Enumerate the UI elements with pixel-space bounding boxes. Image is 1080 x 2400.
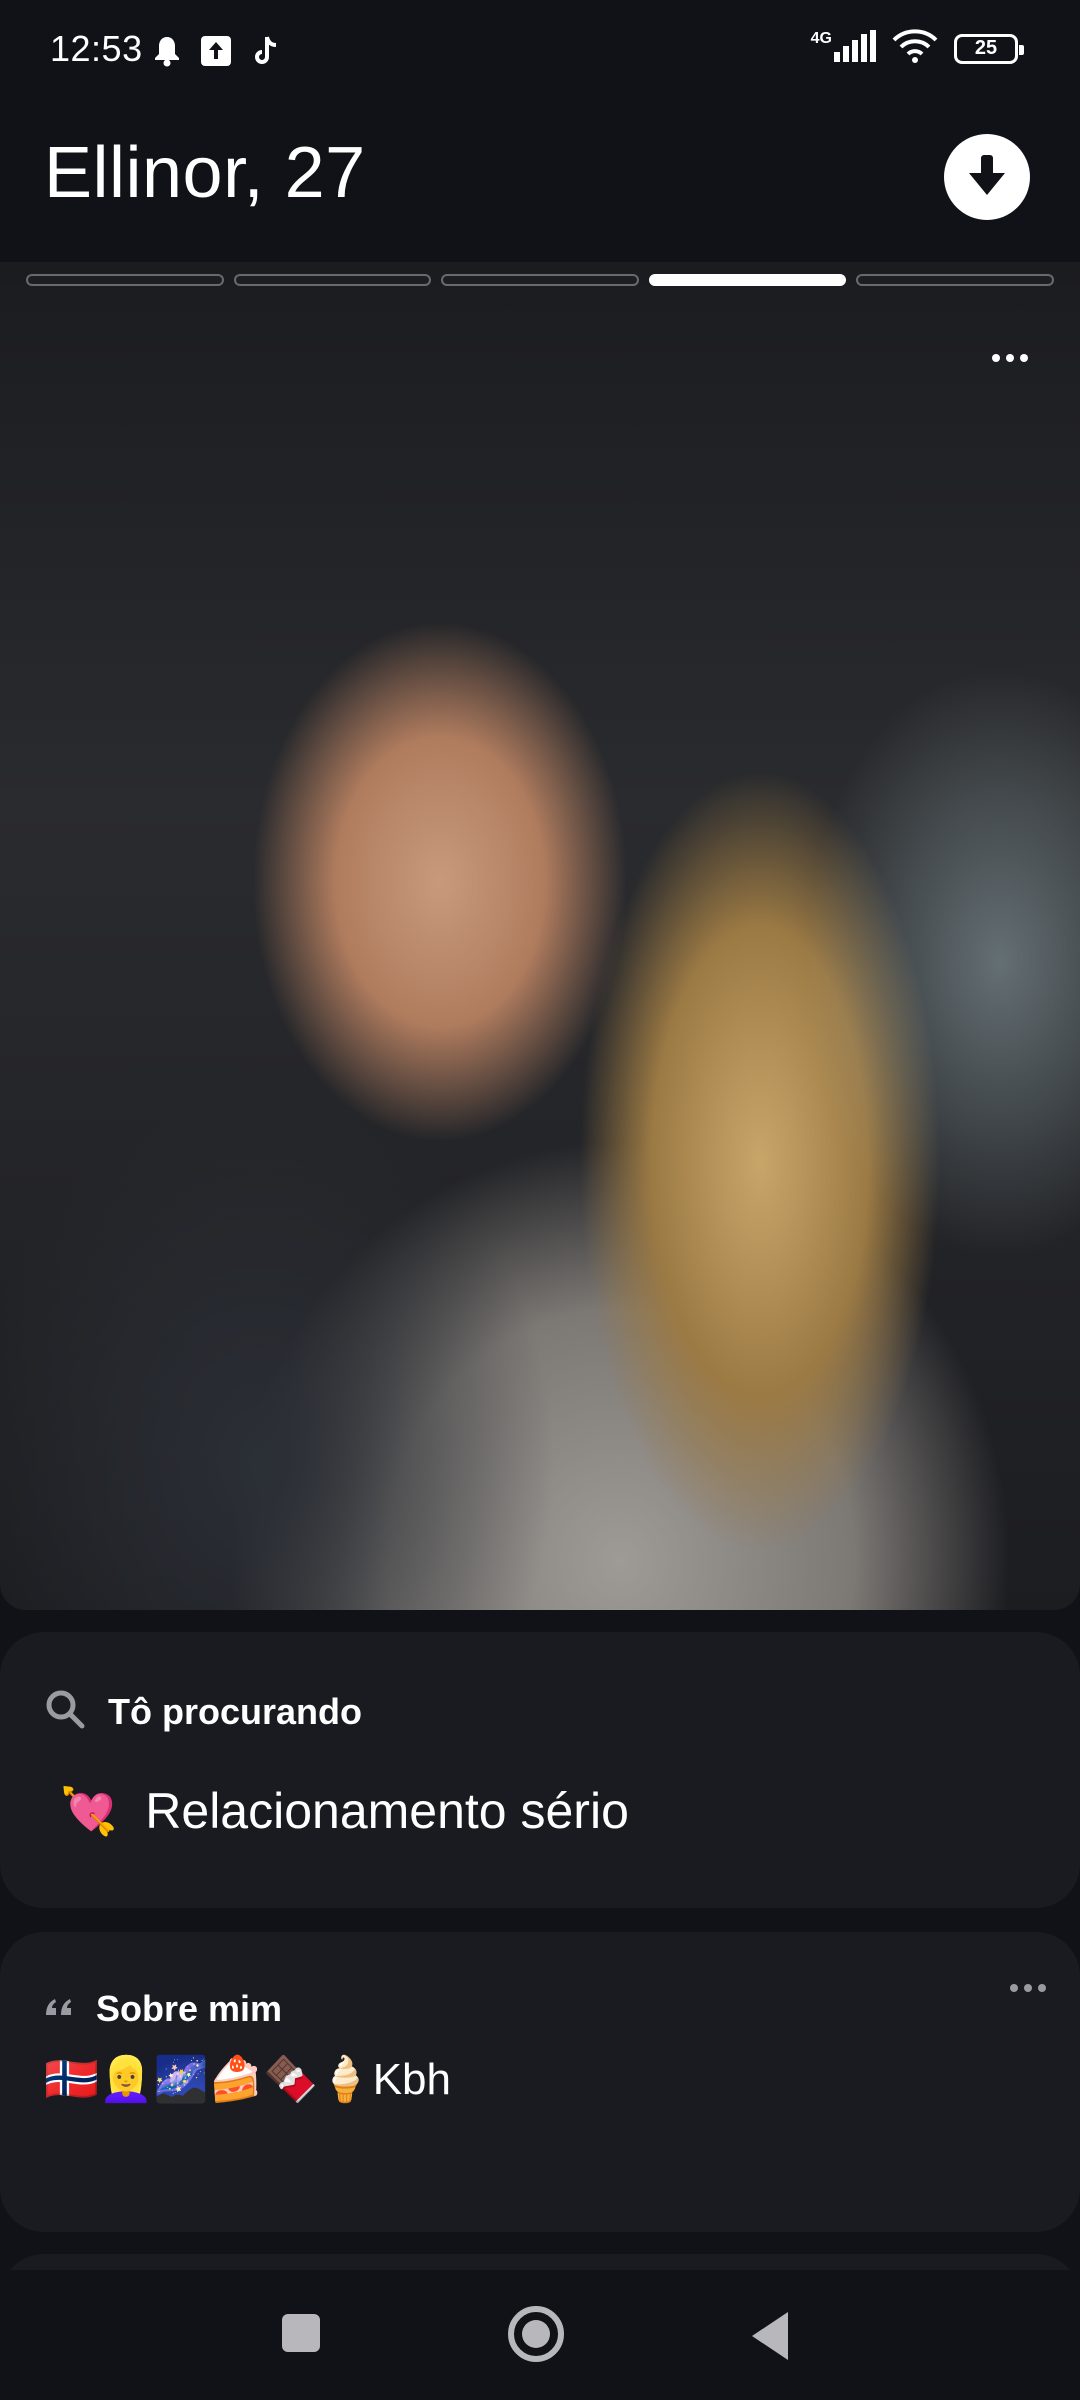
- looking-for-label: Tô procurando: [108, 1690, 362, 1732]
- status-icons-right: 4G 25: [810, 28, 1024, 69]
- signal-icon: [834, 30, 876, 67]
- about-me-bio: 🇳🇴👱‍♀️🌌🍰🍫🍦Kbh: [44, 2055, 451, 2104]
- back-button[interactable]: [752, 2312, 788, 2360]
- system-nav-bar: [0, 2270, 1080, 2400]
- home-button[interactable]: [508, 2306, 564, 2362]
- network-label: 4G: [810, 29, 832, 47]
- status-icons-left: [152, 34, 280, 73]
- looking-for-card: Tô procurando 💘 Relacionamento sério: [0, 1632, 1080, 1908]
- photo-progress-segment: [26, 274, 224, 286]
- photo-more-options-icon[interactable]: [992, 354, 1028, 362]
- tiktok-icon: [250, 34, 280, 73]
- upload-icon: [200, 35, 232, 72]
- profile-photo[interactable]: [0, 262, 1080, 1610]
- about-me-card: Sobre mim 🇳🇴👱‍♀️🌌🍰🍫🍦Kbh: [0, 1932, 1080, 2232]
- about-me-header: Sobre mim: [44, 1988, 282, 2030]
- profile-screen: 12:53 4G 25 Ellinor, 27 Tô procurando 💘 …: [0, 0, 1080, 2400]
- about-me-label: Sobre mim: [96, 1988, 283, 2029]
- wifi-icon: [892, 28, 938, 69]
- looking-for-text: Relacionamento sério: [145, 1783, 629, 1839]
- profile-name-age: Ellinor, 27: [44, 133, 366, 213]
- battery-icon: 25: [954, 33, 1024, 64]
- photo-progress-segment: [856, 274, 1054, 286]
- photo-progress-segment: [233, 274, 432, 286]
- status-bar: 12:53 4G 25: [0, 0, 1080, 100]
- looking-for-value: 💘 Relacionamento sério: [60, 1782, 629, 1840]
- arrow-down-icon: [965, 151, 1009, 204]
- search-icon: [44, 1688, 86, 1735]
- heart-arrow-icon: 💘: [60, 1785, 118, 1837]
- looking-for-header: Tô procurando: [44, 1688, 362, 1735]
- photo-progress-segment: [441, 274, 639, 286]
- quote-icon: [44, 1995, 74, 2024]
- photo-progress-segment-active: [648, 274, 847, 286]
- recents-button[interactable]: [282, 2314, 320, 2352]
- bell-icon: [152, 35, 182, 72]
- download-button[interactable]: [944, 134, 1030, 220]
- photo-progress-indicator: [26, 274, 1054, 286]
- status-time: 12:53: [50, 28, 143, 69]
- about-more-options-icon[interactable]: [1010, 1984, 1046, 1992]
